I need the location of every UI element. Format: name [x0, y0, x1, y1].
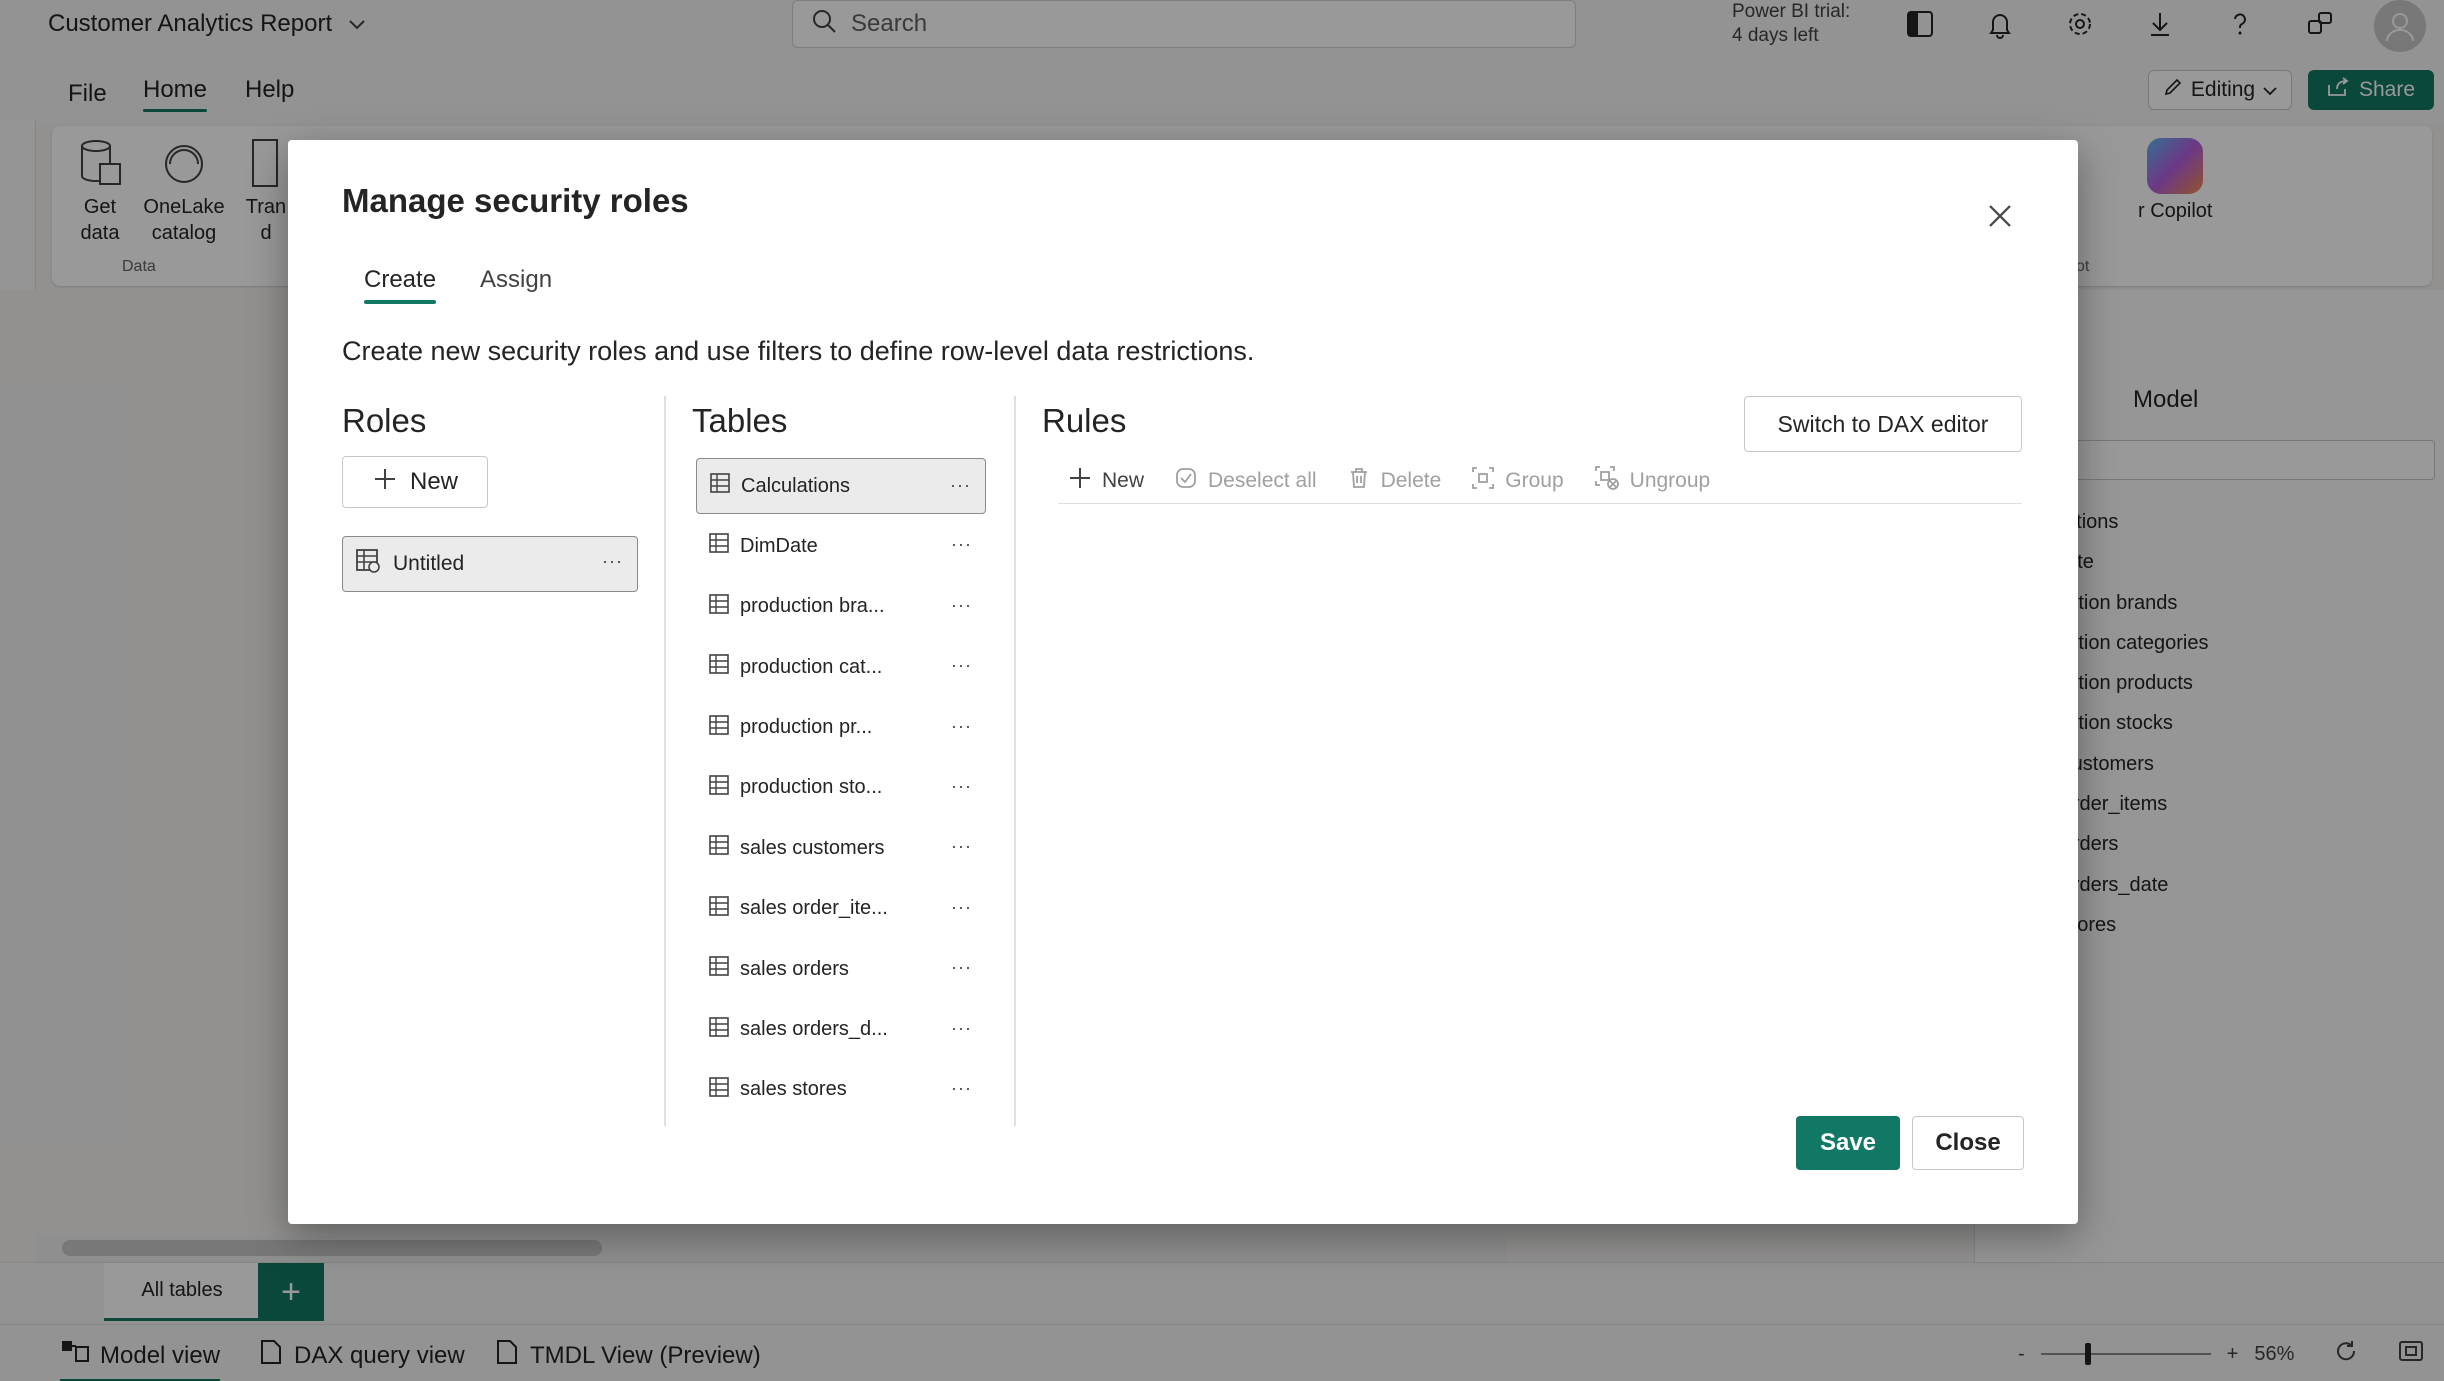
more-options-icon[interactable]: ··· — [951, 595, 972, 616]
table-item-sales-customers[interactable]: sales customers ··· — [696, 820, 986, 876]
table-item-sales-order-items[interactable]: sales order_ite... ··· — [696, 881, 986, 937]
trash-icon — [1347, 466, 1371, 496]
more-options-icon[interactable]: ··· — [951, 957, 972, 978]
plus-icon — [1068, 466, 1092, 496]
table-icon — [708, 955, 730, 983]
more-options-icon[interactable]: ··· — [951, 716, 972, 737]
rules-heading: Rules — [1042, 402, 1127, 439]
plus-icon — [372, 466, 398, 499]
more-options-icon[interactable]: ··· — [951, 897, 972, 918]
table-item-sales-orders[interactable]: sales orders ··· — [696, 941, 986, 997]
deselect-all-button[interactable]: Deselect all — [1174, 466, 1317, 496]
table-icon — [708, 1076, 730, 1104]
table-item-sales-orders-date[interactable]: sales orders_d... ··· — [696, 1002, 986, 1058]
tab-assign[interactable]: Assign — [480, 266, 552, 294]
more-options-icon[interactable]: ··· — [951, 1018, 972, 1039]
new-rule-button[interactable]: New — [1068, 466, 1144, 496]
more-options-icon[interactable]: ··· — [951, 836, 972, 857]
dialog-title: Manage security roles — [342, 182, 689, 219]
table-icon — [708, 895, 730, 923]
dialog-description: Create new security roles and use filter… — [342, 336, 1255, 366]
table-icon — [708, 714, 730, 742]
table-item-production-categories[interactable]: production cat... ··· — [696, 639, 986, 695]
deselect-all-icon — [1174, 466, 1198, 496]
rules-toolbar: New Deselect all Delete Group Ungroup — [1058, 458, 2022, 504]
table-icon — [708, 774, 730, 802]
ungroup-icon — [1594, 465, 1620, 497]
switch-to-dax-editor-button[interactable]: Switch to DAX editor — [1744, 396, 2022, 452]
more-options-icon[interactable]: ··· — [951, 1078, 972, 1099]
role-item[interactable]: Untitled ··· — [342, 536, 638, 592]
tables-heading: Tables — [692, 402, 788, 439]
tables-list: Calculations ··· DimDate ··· production … — [696, 458, 986, 1122]
table-icon — [708, 532, 730, 560]
close-icon[interactable] — [1980, 196, 2020, 236]
column-divider — [1014, 396, 1016, 1126]
role-table-icon — [355, 548, 381, 580]
table-item-sales-stores[interactable]: sales stores ··· — [696, 1062, 986, 1118]
manage-security-roles-dialog: Manage security roles Create Assign Crea… — [288, 140, 2078, 1224]
delete-rule-button[interactable]: Delete — [1347, 466, 1441, 496]
table-item-dimdate[interactable]: DimDate ··· — [696, 518, 986, 574]
table-icon — [708, 1016, 730, 1044]
table-item-production-brands[interactable]: production bra... ··· — [696, 579, 986, 635]
ungroup-button[interactable]: Ungroup — [1594, 465, 1710, 497]
table-item-calculations[interactable]: Calculations ··· — [696, 458, 986, 514]
more-options-icon[interactable]: ··· — [950, 475, 971, 496]
tab-create[interactable]: Create — [364, 266, 437, 304]
table-item-production-products[interactable]: production pr... ··· — [696, 700, 986, 756]
more-options-icon[interactable]: ··· — [951, 655, 972, 676]
role-name: Untitled — [393, 552, 465, 575]
close-button[interactable]: Close — [1912, 1116, 2024, 1170]
table-item-production-stocks[interactable]: production sto... ··· — [696, 760, 986, 816]
group-button[interactable]: Group — [1471, 466, 1564, 496]
new-role-button[interactable]: New — [342, 456, 488, 508]
table-icon — [708, 834, 730, 862]
more-options-icon[interactable]: ··· — [602, 551, 623, 572]
table-icon — [709, 472, 731, 500]
group-icon — [1471, 466, 1495, 496]
column-divider — [664, 396, 666, 1126]
more-options-icon[interactable]: ··· — [951, 776, 972, 797]
table-icon — [708, 653, 730, 681]
more-options-icon[interactable]: ··· — [951, 534, 972, 555]
table-icon — [708, 593, 730, 621]
roles-heading: Roles — [342, 402, 427, 439]
save-button[interactable]: Save — [1796, 1116, 1900, 1170]
